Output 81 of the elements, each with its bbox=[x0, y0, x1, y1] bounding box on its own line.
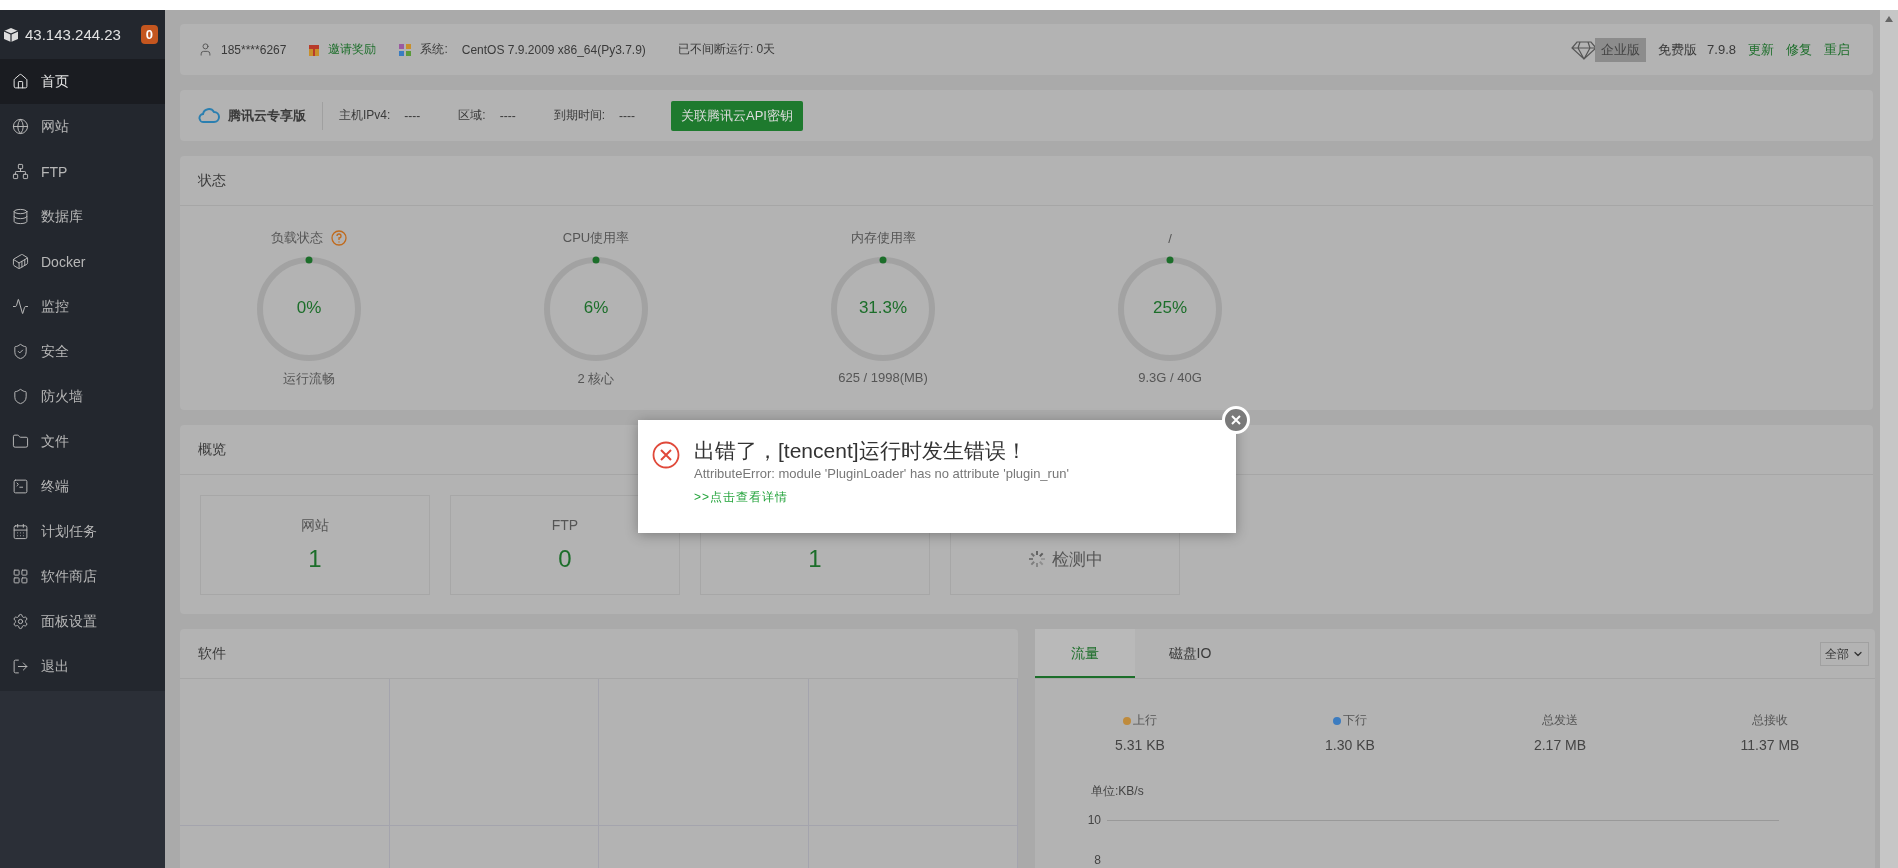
card-title: 状态 bbox=[198, 171, 226, 190]
user-phone: 185****6267 bbox=[221, 42, 287, 57]
user-icon bbox=[198, 42, 213, 57]
field-label: 主机IPv4: bbox=[339, 107, 391, 124]
cloud-title: 腾讯云专享版 bbox=[228, 106, 306, 125]
card-title: 软件 bbox=[198, 644, 226, 663]
shield-check-icon bbox=[12, 343, 29, 360]
field-value: ---- bbox=[499, 108, 516, 123]
stat-label: 总发送 bbox=[1542, 712, 1578, 729]
server-icon bbox=[3, 26, 19, 43]
filter-select[interactable]: 全部 bbox=[1820, 642, 1869, 666]
gauge-value: 0% bbox=[295, 298, 323, 318]
stat-label: 下行 bbox=[1343, 712, 1367, 729]
gauge-caption: 运行流畅 bbox=[283, 370, 335, 388]
calendar-icon bbox=[12, 523, 29, 540]
tab[interactable]: 磁盘IO bbox=[1140, 629, 1240, 678]
stat-tile[interactable]: 网站 1 bbox=[200, 495, 430, 595]
axis-tick: 8 bbox=[1093, 853, 1101, 867]
close-icon bbox=[1231, 415, 1241, 425]
stat-value: 1.30 KB bbox=[1325, 737, 1375, 753]
stat-label: 总接收 bbox=[1752, 712, 1788, 729]
stat-label: 上行 bbox=[1133, 712, 1157, 729]
card-title: 概览 bbox=[198, 440, 226, 459]
terminal-icon bbox=[12, 478, 29, 495]
network-icon bbox=[12, 163, 29, 180]
axis-tick: 10 bbox=[1086, 813, 1101, 827]
uptime: 已不间断运行: 0天 bbox=[677, 41, 776, 58]
edition: 免费版 bbox=[1658, 40, 1698, 59]
gauge-caption: 9.3G / 40G bbox=[1138, 370, 1202, 385]
gauge-value: 31.3% bbox=[857, 298, 909, 318]
system-label: 系统: bbox=[420, 41, 448, 58]
unit-label: 单位:KB/s bbox=[1091, 783, 1145, 800]
field-label: 区域: bbox=[458, 107, 486, 124]
gauge-label: / bbox=[1168, 230, 1172, 246]
server-address: 43.143.244.23 bbox=[25, 26, 122, 43]
stat-value: 2.17 MB bbox=[1533, 737, 1587, 753]
activity-icon bbox=[12, 298, 29, 315]
gift-icon bbox=[308, 42, 321, 57]
tile-value: 1 bbox=[808, 545, 822, 573]
globe-icon bbox=[12, 118, 29, 135]
database-icon bbox=[12, 208, 29, 225]
alert-count-badge[interactable]: 0 bbox=[140, 25, 158, 44]
gauge-label: 内存使用率 bbox=[850, 229, 916, 247]
gauge-label: 负载状态 bbox=[271, 229, 323, 247]
logout-icon bbox=[12, 658, 29, 675]
shield-icon bbox=[12, 388, 29, 405]
system-info: CentOS 7.9.2009 x86_64(Py3.7.9) bbox=[461, 42, 646, 57]
gauge-value: 6% bbox=[582, 298, 610, 318]
scroll-up-icon[interactable] bbox=[1885, 16, 1893, 22]
container-icon bbox=[12, 253, 29, 270]
field-value: ---- bbox=[619, 108, 635, 123]
field-value: ---- bbox=[404, 108, 421, 123]
diamond-icon bbox=[1571, 39, 1598, 60]
tab[interactable]: 流量 bbox=[1035, 629, 1135, 678]
gauge-value: 25% bbox=[1152, 298, 1188, 318]
error-message: AttributeError: module 'PluginLoader' has no attribute 'plugin_run' bbox=[694, 466, 1070, 481]
folder-icon bbox=[12, 433, 29, 450]
gauge-label: CPU使用率 bbox=[562, 229, 630, 247]
link-api-key-button[interactable]: 关联腾讯云API密钥 bbox=[671, 100, 803, 131]
cloud-icon bbox=[198, 107, 220, 124]
field-label: 到期时间: bbox=[553, 107, 605, 124]
tile-label: 网站 bbox=[301, 517, 329, 535]
help-icon[interactable] bbox=[331, 230, 347, 246]
stat-value: 5.31 KB bbox=[1115, 737, 1165, 753]
gauge-caption: 2 核心 bbox=[577, 370, 615, 388]
squares-icon bbox=[398, 42, 413, 57]
grid-icon bbox=[12, 568, 29, 585]
version: 7.9.8 bbox=[1707, 42, 1736, 57]
scrollbar[interactable] bbox=[1880, 10, 1898, 868]
tile-value: 1 bbox=[308, 545, 322, 573]
tile-label: FTP bbox=[551, 517, 579, 535]
settings-icon bbox=[12, 613, 29, 630]
gauge-caption: 625 / 1998(MB) bbox=[838, 370, 928, 385]
error-icon bbox=[652, 441, 680, 469]
home-icon bbox=[12, 73, 29, 90]
tile-value: 检测中 bbox=[1051, 548, 1103, 571]
spinner-icon bbox=[1027, 550, 1046, 568]
stat-value: 11.37 MB bbox=[1740, 737, 1800, 753]
sidebar-item[interactable]: 首页 bbox=[0, 59, 165, 104]
dialog-title: 出错了，[tencent]运行时发生错误！ bbox=[694, 438, 1028, 464]
tile-value: 0 bbox=[558, 545, 572, 573]
